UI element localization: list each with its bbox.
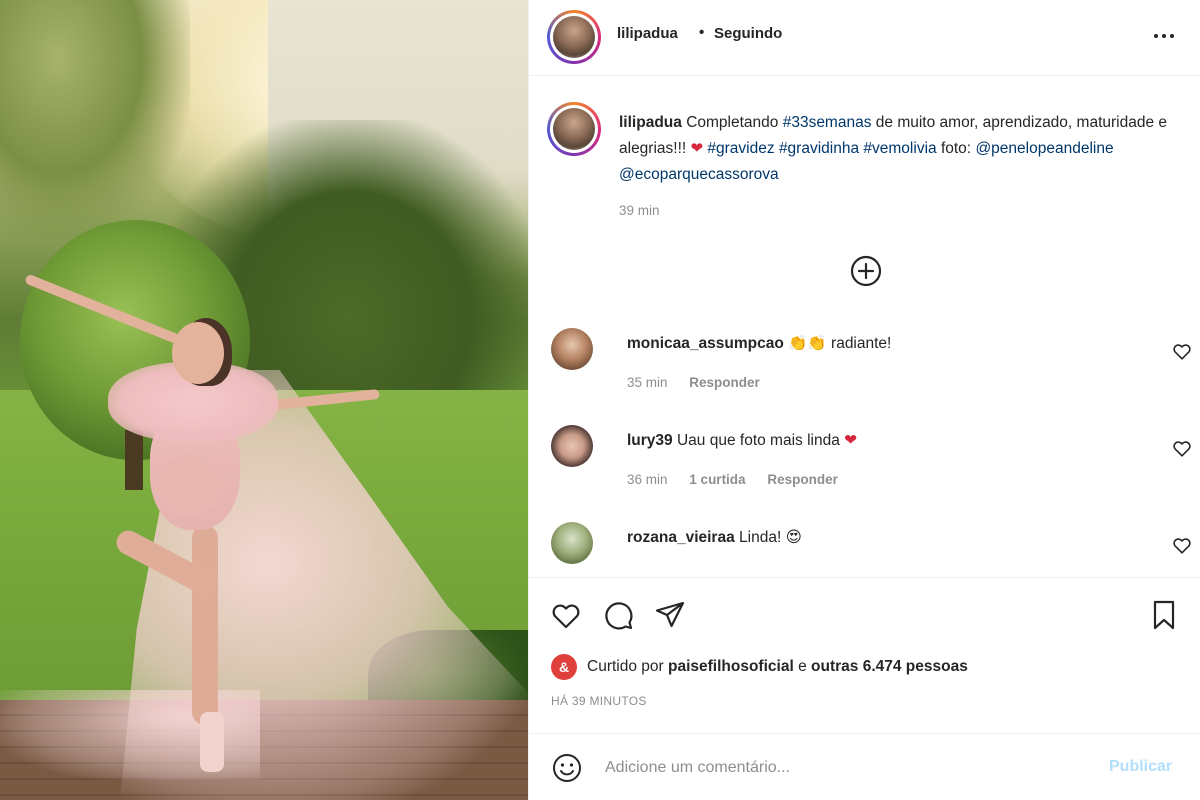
heart-emoji-icon: ❤ <box>844 432 858 449</box>
more-horizontal-icon[interactable] <box>1147 22 1181 50</box>
comment-timestamp[interactable]: 36 min <box>627 472 668 487</box>
mention-link[interactable]: @ecoparquecassorova <box>619 166 779 183</box>
mention-link[interactable]: @penelopeandeline <box>975 140 1113 157</box>
reply-button[interactable]: Responder <box>689 375 760 390</box>
caption-text: lilipadua Completando #33semanas de muit… <box>619 110 1184 188</box>
comment-body: radiante! <box>831 335 892 352</box>
plus-circle-icon[interactable] <box>849 254 883 288</box>
comment-heart-icon[interactable] <box>1171 340 1193 362</box>
likes-conjunction: e <box>798 658 807 675</box>
commenter-username[interactable]: lury39 <box>627 432 673 449</box>
willow-tree <box>0 0 190 240</box>
commenter-avatar[interactable] <box>551 522 593 564</box>
figure-leg <box>192 525 218 725</box>
hashtag-link[interactable]: #33semanas <box>783 114 872 131</box>
post-header: lilipadua • Seguindo <box>529 0 1200 76</box>
post-side-panel: lilipadua • Seguindo lilipadua Completan… <box>528 0 1200 800</box>
comment-text: rozana_vieiraa Linda! 😍 <box>627 528 802 547</box>
comment-item: monicaa_assumpcao 👏👏 radiante! 35 min Re… <box>551 328 1191 408</box>
post-photo[interactable] <box>0 0 528 800</box>
commenter-avatar[interactable] <box>551 425 593 467</box>
comment-input[interactable] <box>605 752 1085 784</box>
caption-username[interactable]: lilipadua <box>619 114 682 131</box>
comment-timestamp[interactable]: 35 min <box>627 375 668 390</box>
comment-item: lury39 Uau que foto mais linda ❤ 36 min … <box>551 425 1191 505</box>
hashtag-link[interactable]: #gravidinha <box>779 140 859 157</box>
figure-head <box>172 322 224 384</box>
likes-summary: & Curtido por paisefilhosoficial e outra… <box>551 654 968 680</box>
hashtag-link[interactable]: #vemolivia <box>863 140 936 157</box>
caption-text-foto: foto: <box>940 140 972 157</box>
post-actions: & Curtido por paisefilhosoficial e outra… <box>529 577 1200 733</box>
reply-button[interactable]: Responder <box>767 472 838 487</box>
comment-item: rozana_vieiraa Linda! 😍 <box>551 522 1191 574</box>
tree-trunk <box>125 430 143 490</box>
paper-plane-icon[interactable] <box>653 598 687 632</box>
comment-text: lury39 Uau que foto mais linda ❤ <box>627 431 857 450</box>
comment-body: Uau que foto mais linda <box>676 432 840 449</box>
liker-username[interactable]: paisefilhosoficial <box>668 658 794 676</box>
heart-eyes-emoji-icon: 😍 <box>785 529 802 546</box>
comment-heart-icon[interactable] <box>1171 437 1193 459</box>
liker-avatar[interactable]: & <box>551 654 577 680</box>
instagram-post: lilipadua • Seguindo lilipadua Completan… <box>0 0 1200 800</box>
comment-meta: 35 min Responder <box>627 375 778 390</box>
bookmark-icon[interactable] <box>1147 598 1181 632</box>
smiley-icon[interactable] <box>551 752 583 784</box>
figure-belly <box>154 455 224 515</box>
clapping-emoji-icon: 👏👏 <box>788 335 827 352</box>
caption-text-start: Completando <box>686 114 779 131</box>
caption-timestamp[interactable]: 39 min <box>619 203 660 218</box>
likes-prefix: Curtido por <box>587 658 664 675</box>
commenter-username[interactable]: monicaa_assumpcao <box>627 335 784 352</box>
comment-body: Linda! <box>739 529 782 546</box>
publish-button[interactable]: Publicar <box>1109 758 1172 776</box>
hashtag-link[interactable]: #gravidez <box>707 140 774 157</box>
commenter-username[interactable]: rozana_vieiraa <box>627 529 735 546</box>
author-username[interactable]: lilipadua <box>617 25 678 42</box>
likes-others-count[interactable]: outras 6.474 pessoas <box>811 658 968 676</box>
commenter-avatar[interactable] <box>551 328 593 370</box>
comment-icon[interactable] <box>601 598 635 632</box>
post-timestamp[interactable]: HÁ 39 MINUTOS <box>551 694 647 708</box>
heart-emoji-icon: ❤ <box>690 140 704 157</box>
caption-avatar[interactable] <box>547 102 601 156</box>
add-comment-form: Publicar <box>529 733 1200 800</box>
heart-icon[interactable] <box>549 598 583 632</box>
comment-heart-icon[interactable] <box>1171 534 1191 556</box>
author-avatar[interactable] <box>547 10 601 64</box>
header-separator: • <box>699 24 705 41</box>
follow-status-button[interactable]: Seguindo <box>714 25 782 42</box>
ballet-shoe <box>200 712 224 772</box>
comment-meta: 36 min 1 curtida Responder <box>627 472 856 487</box>
comment-like-count[interactable]: 1 curtida <box>689 472 745 487</box>
comment-text: monicaa_assumpcao 👏👏 radiante! <box>627 334 891 353</box>
